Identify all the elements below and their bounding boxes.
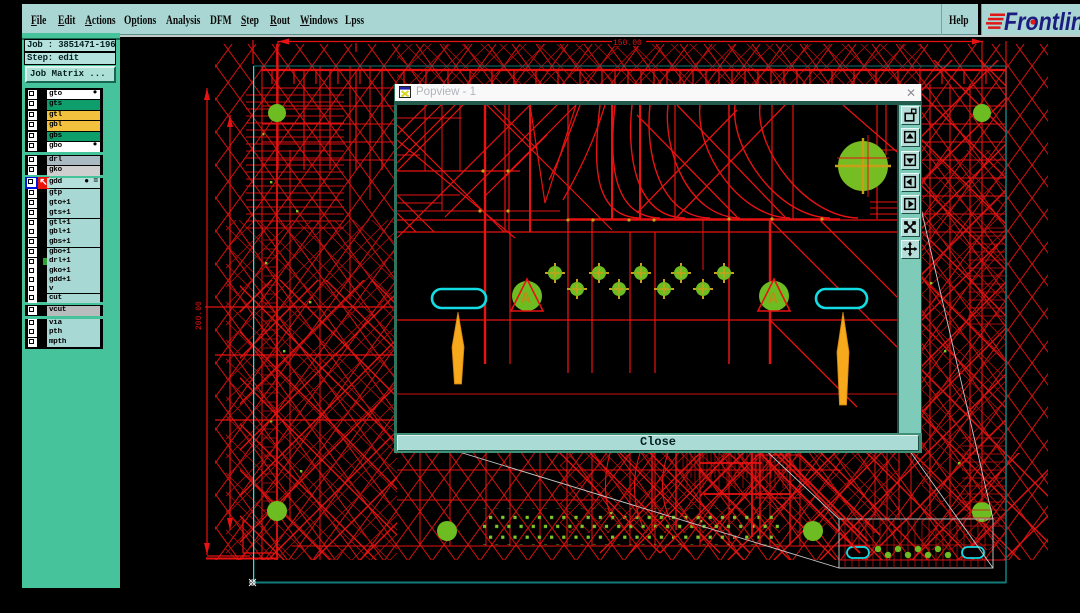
svg-text:A: A (521, 290, 531, 308)
svg-text:A: A (768, 290, 778, 308)
svg-text:150.00: 150.00 (613, 39, 642, 48)
svg-text:200.00: 200.00 (195, 301, 204, 330)
svg-text:Frontlin: Frontlin (1004, 8, 1080, 36)
